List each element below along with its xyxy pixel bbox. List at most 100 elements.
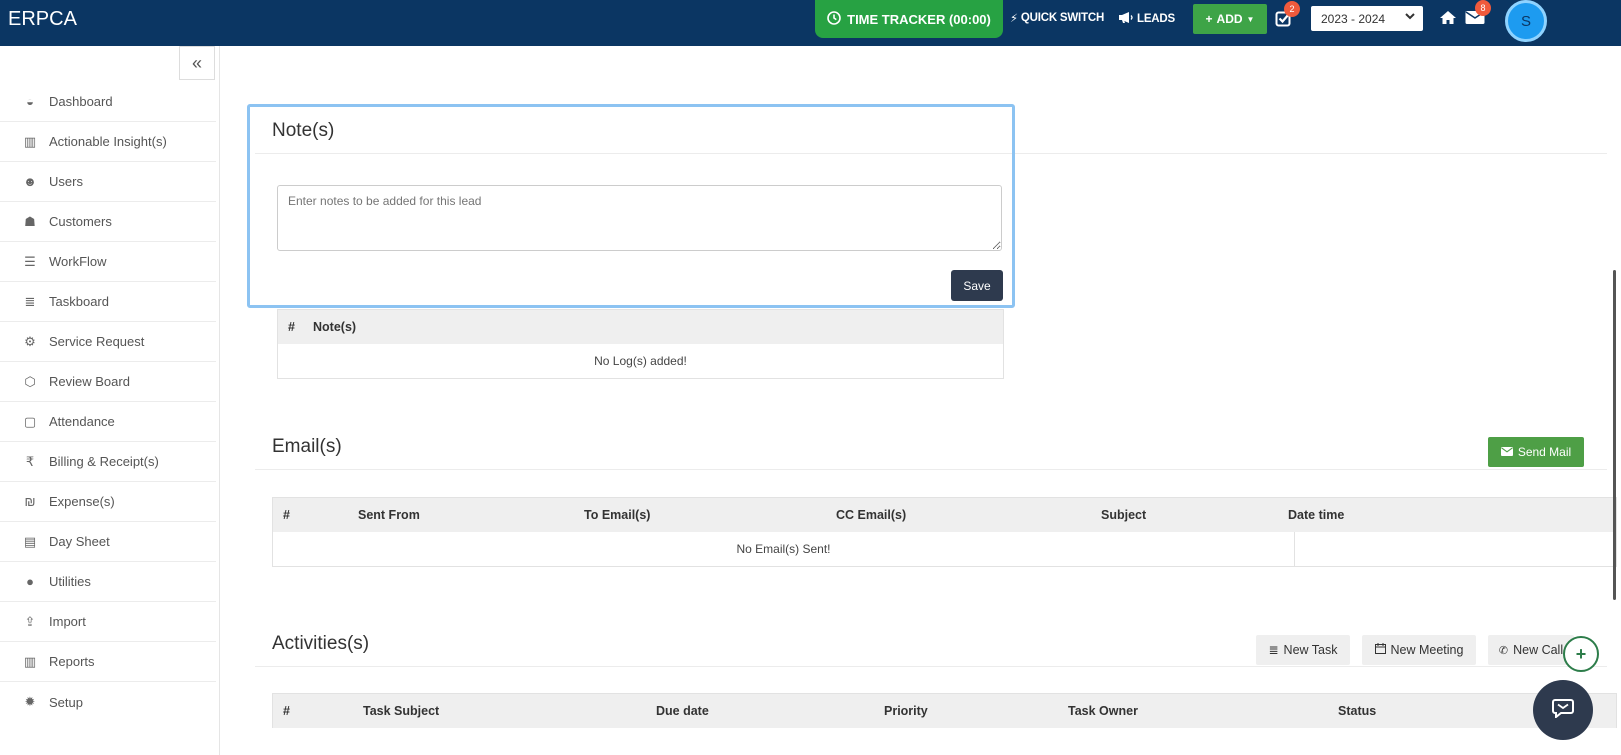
sidebar-collapse-button[interactable]: « — [179, 46, 215, 80]
sheet-icon: ▤ — [23, 533, 37, 549]
sidebar-item-label: Actionable Insight(s) — [49, 134, 167, 149]
table-header-row: # Note(s) — [278, 310, 1003, 344]
sidebar-item-label: Reports — [49, 654, 95, 669]
sidebar-item-actionable-insights[interactable]: ▥ Actionable Insight(s) — [0, 122, 216, 162]
col-header-index: # — [283, 508, 290, 522]
brand-logo[interactable]: ERPCA — [8, 8, 77, 31]
sidebar-item-dashboard[interactable]: ◒ Dashboard — [0, 82, 216, 122]
sidebar-item-label: Attendance — [49, 414, 115, 429]
sidebar-item-import[interactable]: ⇪ Import — [0, 602, 216, 642]
col-header-cc-emails: CC Email(s) — [836, 508, 907, 522]
table-header-row: # Task Subject Due date Priority Task Ow… — [273, 694, 1616, 728]
financial-year-select[interactable]: 2023 - 2024 — [1311, 6, 1423, 31]
sidebar-item-label: Utilities — [49, 574, 91, 589]
sidebar-item-label: Taskboard — [49, 294, 109, 309]
col-header-to-emails: To Email(s) — [584, 508, 651, 522]
phone-icon: ✆ — [1498, 644, 1509, 657]
main-content: Note(s) Save # Note(s) No Log(s) added! … — [222, 46, 1617, 755]
time-tracker-button[interactable]: TIME TRACKER (00:00) — [815, 0, 1003, 38]
sidebar-item-label: Service Request — [49, 334, 145, 349]
bullhorn-icon — [1118, 11, 1134, 27]
emails-empty-row-wrap: No Email(s) Sent! — [273, 532, 1616, 566]
sidebar-item-label: WorkFlow — [49, 254, 107, 269]
sidebar-nav: ◒ Dashboard ▥ Actionable Insight(s) ☻ Users… — [0, 82, 216, 722]
col-header-index: # — [283, 704, 290, 718]
col-header-task-owner: Task Owner — [1068, 704, 1138, 718]
sidebar-item-setup[interactable]: ✹ Setup — [0, 682, 216, 722]
rupee-icon: ₹ — [25, 453, 35, 469]
sidebar-item-review-board[interactable]: ⬡ Review Board — [0, 362, 216, 402]
col-header-subject: Subject — [1101, 508, 1147, 522]
sidebar-item-label: Expense(s) — [49, 494, 115, 509]
sidebar-item-service-request[interactable]: ⚙ Service Request — [0, 322, 216, 362]
emails-section-title: Email(s) — [272, 436, 342, 457]
sidebar-item-label: Customers — [49, 214, 112, 229]
plus-icon: + — [1205, 12, 1213, 26]
quick-switch-label: QUICK SWITCH — [1020, 12, 1105, 24]
envelope-icon — [1500, 445, 1513, 459]
home-button[interactable] — [1439, 10, 1457, 30]
tasks-count-badge: 2 — [1284, 1, 1300, 17]
clock-icon — [827, 10, 841, 28]
floating-add-button[interactable]: + — [1563, 636, 1599, 672]
chevron-down-icon — [1405, 11, 1415, 24]
new-meeting-button[interactable]: New Meeting — [1362, 635, 1476, 665]
users-icon: ☗ — [24, 213, 36, 229]
sidebar-item-customers[interactable]: ☗ Customers — [0, 202, 216, 242]
upload-icon: ⇪ — [24, 613, 36, 629]
add-label: ADD — [1216, 12, 1243, 26]
sidebar: « ◒ Dashboard ▥ Actionable Insight(s) ☻ Use… — [0, 46, 220, 755]
tasks-icon: ≣ — [1268, 643, 1279, 657]
user-plus-icon: ☻ — [23, 174, 37, 189]
review-icon: ⬡ — [24, 373, 36, 389]
time-tracker-label: TIME TRACKER (00:00) — [847, 11, 991, 27]
add-dropdown-button[interactable]: + ADD ▼ — [1193, 4, 1267, 34]
sidebar-item-label: Billing & Receipt(s) — [49, 454, 159, 469]
caret-down-icon: ▼ — [1246, 14, 1255, 24]
tasks-icon: ≣ — [24, 293, 36, 309]
emails-divider — [255, 469, 1607, 470]
focus-highlight-frame — [247, 104, 1015, 308]
new-meeting-label: New Meeting — [1390, 643, 1464, 657]
activities-section-title: Activities(s) — [272, 633, 370, 654]
home-icon — [1439, 11, 1457, 29]
quick-switch-link[interactable]: ⚡ QUICK SWITCH — [1010, 11, 1104, 25]
emails-table: # Sent From To Email(s) CC Email(s) Subj… — [272, 497, 1617, 567]
new-call-label: New Call — [1513, 643, 1564, 657]
sidebar-item-label: Users — [49, 174, 83, 189]
calendar-icon — [1374, 643, 1386, 657]
expense-icon: ₪ — [24, 494, 36, 509]
calendar-icon: ▢ — [23, 413, 37, 429]
leads-link[interactable]: LEADS — [1118, 11, 1175, 27]
notes-table: # Note(s) No Log(s) added! — [277, 309, 1004, 379]
new-call-button[interactable]: ✆ New Call — [1488, 635, 1574, 665]
top-navbar: ERPCA TIME TRACKER (00:00) ⚡ QUICK SWITC… — [0, 0, 1621, 46]
col-header-index: # — [288, 320, 295, 334]
user-avatar[interactable]: S — [1505, 0, 1547, 42]
col-header-sent-from: Sent From — [358, 508, 420, 522]
chat-button[interactable] — [1533, 680, 1593, 740]
sidebar-item-users[interactable]: ☻ Users — [0, 162, 216, 202]
chat-icon — [1552, 698, 1574, 723]
col-header-task-subject: Task Subject — [363, 704, 440, 718]
page-scrollbar[interactable] — [1613, 270, 1616, 600]
mail-count-badge: 8 — [1475, 0, 1491, 16]
sidebar-item-expenses[interactable]: ₪ Expense(s) — [0, 482, 216, 522]
emails-empty-row: No Email(s) Sent! — [273, 532, 1295, 566]
sidebar-item-day-sheet[interactable]: ▤ Day Sheet — [0, 522, 216, 562]
plus-icon: + — [1575, 643, 1587, 664]
emails-empty-cell — [1295, 532, 1616, 566]
sidebar-item-reports[interactable]: ▥ Reports — [0, 642, 216, 682]
table-header-row: # Sent From To Email(s) CC Email(s) Subj… — [273, 498, 1616, 532]
sidebar-item-utilities[interactable]: ● Utilities — [0, 562, 216, 602]
sidebar-item-label: Setup — [49, 694, 83, 710]
sidebar-item-attendance[interactable]: ▢ Attendance — [0, 402, 216, 442]
send-mail-button[interactable]: Send Mail — [1488, 437, 1584, 467]
sidebar-item-taskboard[interactable]: ≣ Taskboard — [0, 282, 216, 322]
sidebar-item-billing[interactable]: ₹ Billing & Receipt(s) — [0, 442, 216, 482]
sidebar-item-label: Import — [49, 614, 86, 629]
col-header-priority: Priority — [884, 704, 928, 718]
year-select-value: 2023 - 2024 — [1321, 11, 1386, 26]
sidebar-item-workflow[interactable]: ☰ WorkFlow — [0, 242, 216, 282]
new-task-button[interactable]: ≣ New Task — [1256, 635, 1350, 665]
